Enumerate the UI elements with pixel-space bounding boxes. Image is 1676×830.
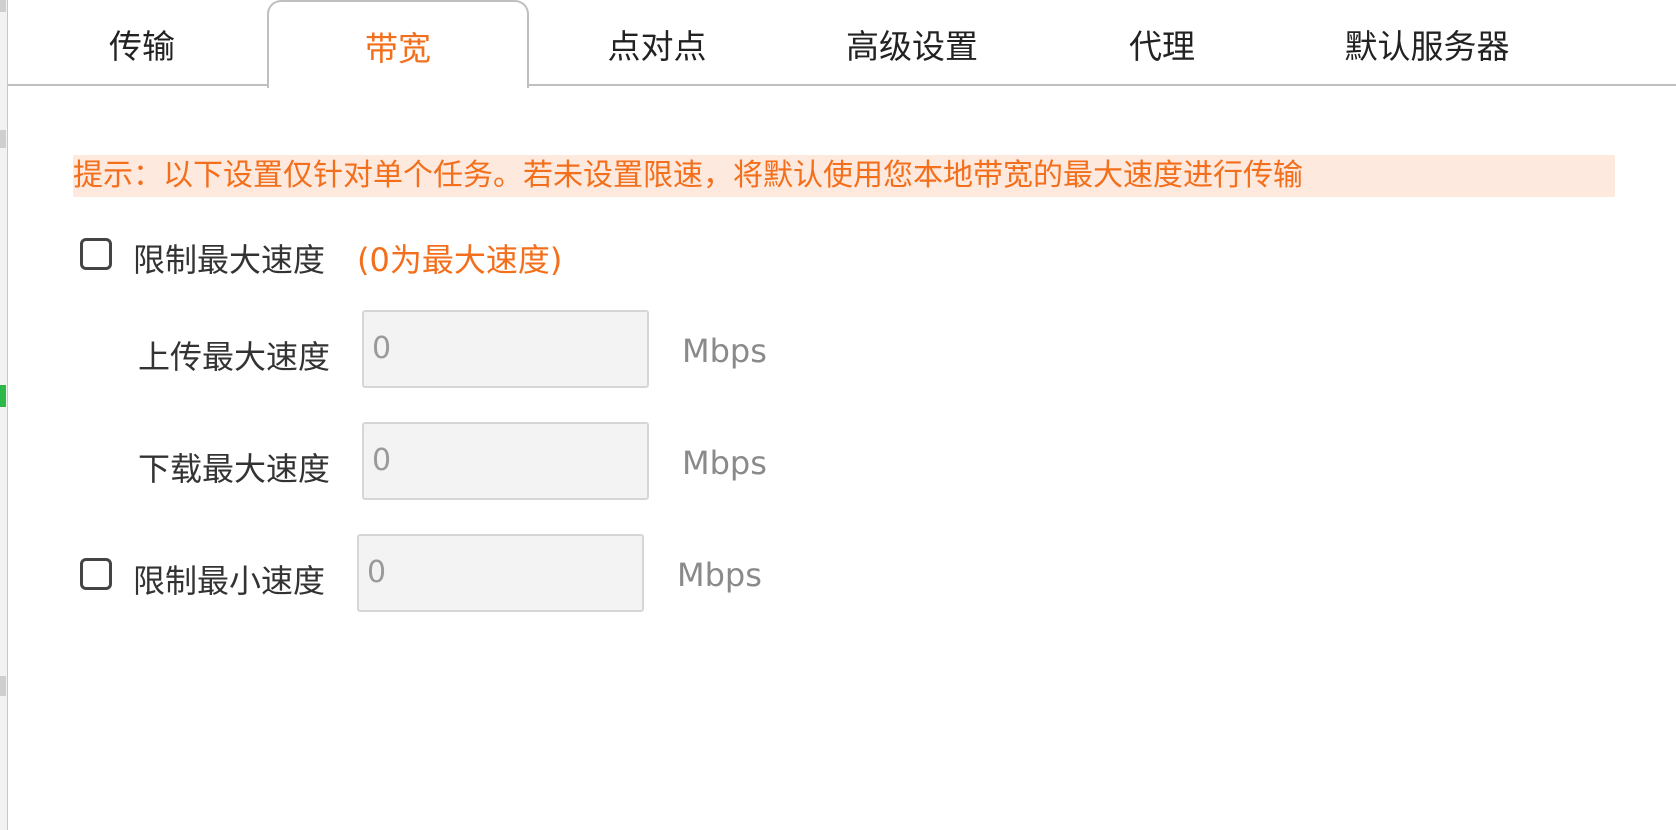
max-speed-note: (0为最大速度) bbox=[357, 241, 563, 279]
limit-min-speed-label[interactable]: 限制最小速度 bbox=[133, 556, 325, 602]
tab-bandwidth[interactable]: 带宽 bbox=[267, 0, 529, 88]
upload-max-speed-label: 上传最大速度 bbox=[138, 338, 331, 376]
tab-proxy[interactable]: 代理 bbox=[1107, 0, 1217, 86]
edge-mark bbox=[0, 0, 6, 12]
upload-max-speed-input[interactable]: 0 bbox=[362, 310, 649, 388]
tab-advanced-settings[interactable]: 高级设置 bbox=[827, 0, 997, 86]
edge-mark bbox=[0, 130, 6, 148]
limit-max-speed-checkbox[interactable] bbox=[80, 238, 112, 270]
tab-peer-to-peer[interactable]: 点对点 bbox=[587, 0, 727, 86]
tab-label: 代理 bbox=[1129, 27, 1195, 66]
hint-banner: 提示：以下设置仅针对单个任务。若未设置限速，将默认使用您本地带宽的最大速度进行传… bbox=[73, 155, 1615, 197]
upload-unit-label: Mbps bbox=[682, 332, 767, 370]
min-speed-input[interactable]: 0 bbox=[357, 534, 644, 612]
tab-label: 高级设置 bbox=[846, 27, 978, 66]
download-max-speed-input[interactable]: 0 bbox=[362, 422, 649, 500]
tab-label: 带宽 bbox=[365, 29, 431, 68]
settings-tab-bar: 传输 带宽 点对点 高级设置 代理 默认服务器 bbox=[7, 0, 1676, 88]
tab-label: 默认服务器 bbox=[1344, 27, 1510, 66]
download-max-speed-label: 下载最大速度 bbox=[138, 450, 331, 488]
limit-min-speed-checkbox[interactable] bbox=[80, 558, 112, 590]
window-left-edge bbox=[0, 0, 8, 830]
download-unit-label: Mbps bbox=[682, 444, 767, 482]
tab-default-server[interactable]: 默认服务器 bbox=[1327, 0, 1527, 86]
limit-max-speed-label[interactable]: 限制最大速度 bbox=[133, 235, 325, 281]
tab-label: 传输 bbox=[109, 27, 175, 66]
tab-label: 点对点 bbox=[607, 27, 707, 66]
edge-mark bbox=[0, 676, 6, 696]
tab-transfer[interactable]: 传输 bbox=[67, 0, 217, 86]
min-speed-unit-label: Mbps bbox=[677, 556, 762, 594]
edge-mark bbox=[0, 385, 6, 407]
